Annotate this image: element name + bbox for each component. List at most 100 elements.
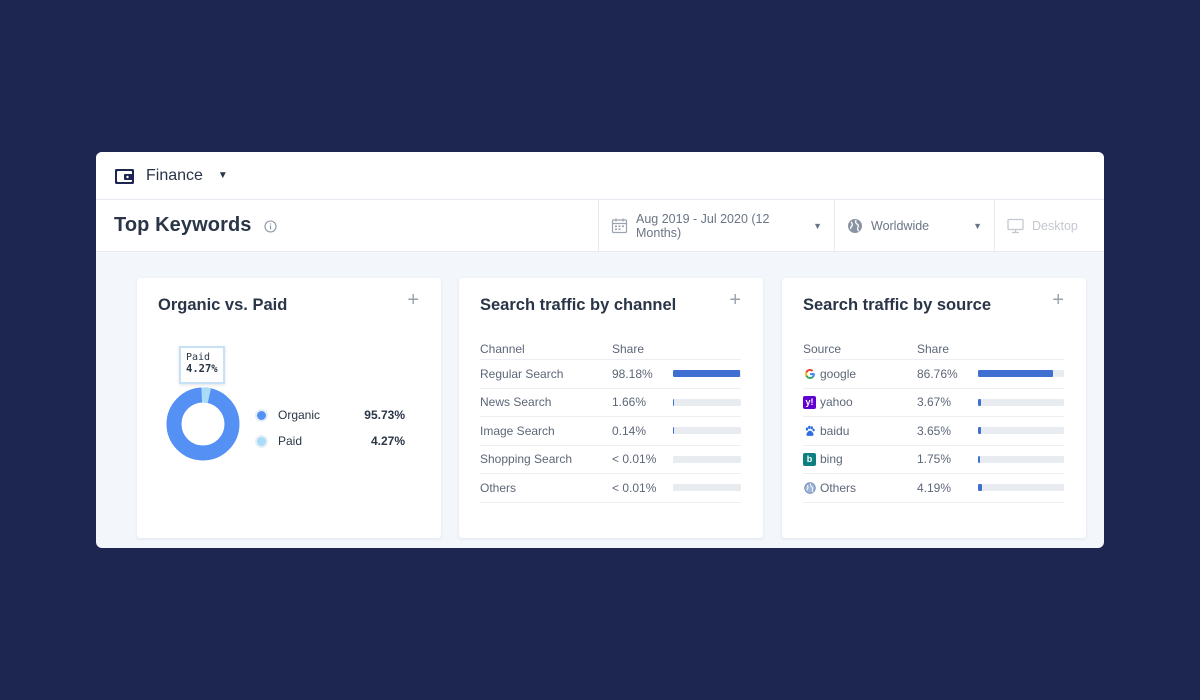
category-bar: Finance ▼ (96, 152, 1104, 200)
device-filter: Desktop (994, 199, 1104, 252)
share-bar-track (673, 484, 741, 492)
share-bar-fill (673, 398, 675, 406)
table-row[interactable]: b bing 1.75% (803, 446, 1064, 474)
baidu-icon (803, 424, 816, 437)
card-title: Search traffic by source (803, 296, 991, 314)
add-icon[interactable]: + (1052, 290, 1064, 310)
row-share: 86.76% (917, 366, 958, 381)
chevron-down-icon: ▼ (813, 220, 822, 231)
organic-vs-paid-card: Organic vs. Paid + Paid 4.27% Organic 95… (137, 278, 441, 538)
row-label: Image Search (480, 423, 555, 438)
table-header: Source Share (803, 338, 1064, 360)
share-bar-fill (673, 370, 740, 378)
share-bar-track (978, 484, 1064, 492)
table-row[interactable]: Others 4.19% (803, 474, 1064, 503)
row-share: 98.18% (612, 366, 653, 381)
row-label: yahoo (820, 395, 853, 410)
row-name: Image Search (480, 424, 612, 438)
yahoo-icon: y! (803, 395, 816, 409)
row-share: < 0.01% (612, 452, 657, 467)
add-icon[interactable]: + (729, 290, 741, 310)
share-bar-fill (673, 427, 675, 435)
chevron-down-icon: ▼ (973, 220, 982, 231)
desktop-icon (1007, 218, 1024, 234)
share-bar-track (978, 370, 1064, 378)
row-share: 1.66% (612, 395, 647, 410)
legend-label: Paid (278, 434, 303, 448)
row-share: 4.19% (917, 480, 952, 495)
row-label: News Search (480, 395, 552, 410)
table-row[interactable]: Shopping Search < 0.01% (480, 446, 741, 474)
info-icon[interactable] (263, 220, 277, 233)
row-label: baidu (820, 423, 850, 438)
legend-dot-paid (255, 434, 268, 448)
share-bar-track (673, 427, 741, 435)
row-name: baidu (803, 424, 917, 438)
row-name: Regular Search (480, 367, 612, 381)
donut-organic-slice (166, 387, 240, 461)
tooltip-value: 4.27% (186, 363, 218, 375)
legend-item-organic: Organic 95.73% (255, 402, 405, 428)
row-share: 3.65% (917, 423, 952, 438)
share-bar-track (673, 398, 741, 406)
google-icon (803, 367, 816, 380)
column-header-channel: Channel (480, 341, 525, 356)
region-label: Worldwide (871, 218, 930, 233)
date-range-filter[interactable]: Aug 2019 - Jul 2020 (12 Months) ▼ (598, 199, 834, 252)
traffic-by-source-card: Search traffic by source + Source Share … (782, 278, 1086, 538)
legend-item-paid: Paid 4.27% (255, 428, 405, 454)
chevron-down-icon[interactable]: ▼ (218, 170, 228, 181)
share-bar-track (673, 370, 741, 378)
row-name: Others (803, 481, 917, 495)
card-title: Search traffic by channel (480, 296, 677, 314)
source-table: Source Share google 86.76% y! yahoo 3.67% bai… (803, 338, 1064, 503)
row-label: Others (820, 480, 857, 495)
column-header-share: Share (612, 341, 645, 356)
app-window: Finance ▼ Top Keywords Aug 2019 - Jul 20… (96, 152, 1104, 548)
row-label: bing (820, 452, 843, 467)
traffic-by-channel-card: Search traffic by channel + Channel Shar… (459, 278, 763, 538)
row-name: y! yahoo (803, 395, 917, 409)
organic-paid-donut (166, 387, 240, 461)
table-row[interactable]: google 86.76% (803, 360, 1064, 389)
bing-icon: b (803, 452, 816, 466)
share-bar-track (978, 427, 1064, 435)
table-row[interactable]: News Search 1.66% (480, 389, 741, 417)
share-bar-track (978, 398, 1064, 406)
row-share: 1.75% (917, 452, 952, 467)
row-name: News Search (480, 395, 612, 409)
table-header: Channel Share (480, 338, 741, 360)
globe-icon (847, 218, 863, 234)
table-row[interactable]: Image Search 0.14% (480, 417, 741, 446)
category-selector[interactable]: Finance (146, 167, 203, 185)
region-filter[interactable]: Worldwide ▼ (834, 199, 994, 252)
channel-table: Channel Share Regular Search 98.18% News S… (480, 338, 741, 503)
table-row[interactable]: y! yahoo 3.67% (803, 389, 1064, 417)
legend-label: Organic (278, 408, 321, 422)
table-row[interactable]: Others < 0.01% (480, 474, 741, 503)
share-bar-fill (978, 455, 980, 463)
share-bar-fill (978, 370, 1053, 378)
row-name: b bing (803, 452, 917, 466)
legend-dot-organic (255, 408, 268, 422)
table-row[interactable]: baidu 3.65% (803, 417, 1064, 446)
row-share: < 0.01% (612, 480, 657, 495)
row-name: Others (480, 481, 612, 495)
legend-value: 95.73% (364, 408, 405, 422)
table-row[interactable]: Regular Search 98.18% (480, 360, 741, 389)
device-label: Desktop (1032, 218, 1078, 233)
share-bar-track (978, 455, 1064, 463)
column-header-source: Source (803, 341, 842, 356)
share-bar-fill (978, 484, 982, 492)
card-title: Organic vs. Paid (158, 296, 288, 314)
add-icon[interactable]: + (407, 290, 419, 310)
share-bar-fill (978, 398, 982, 406)
row-label: Others (480, 480, 517, 495)
row-share: 3.67% (917, 395, 952, 410)
globe-icon (803, 481, 816, 494)
row-label: Regular Search (480, 366, 564, 381)
tooltip-label: Paid (186, 352, 211, 363)
row-label: google (820, 366, 857, 381)
page-header: Top Keywords Aug 2019 - Jul 2020 (12 Mon… (96, 199, 1104, 252)
legend-value: 4.27% (370, 434, 405, 448)
